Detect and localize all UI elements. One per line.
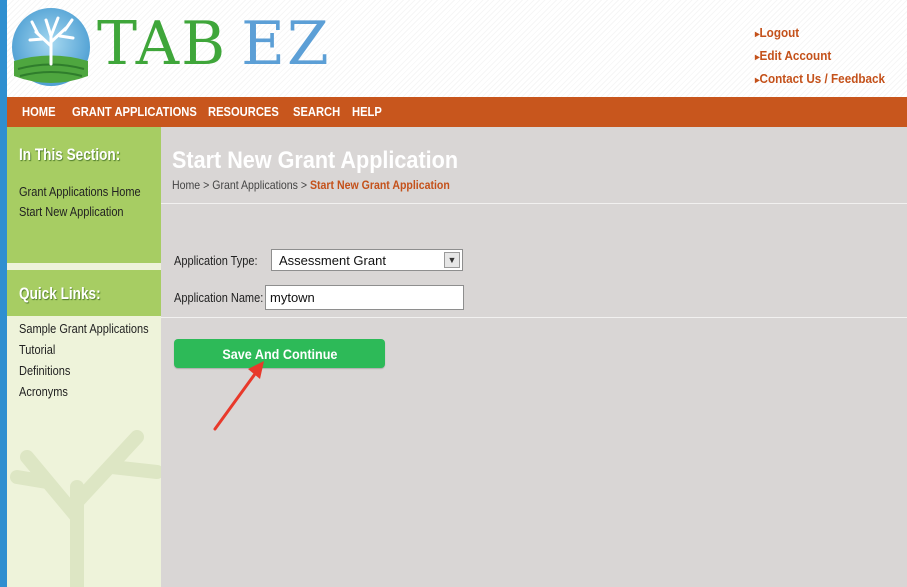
logo-text-ez: EZ: [241, 9, 331, 79]
breadcrumb-separator: >: [300, 178, 308, 192]
chevron-down-icon[interactable]: ▼: [444, 252, 460, 268]
tree-icon: [10, 6, 92, 93]
quick-links-title: Quick Links:: [19, 284, 101, 303]
divider: [161, 203, 907, 204]
quick-link-sample-grant-applications[interactable]: Sample Grant Applications: [19, 322, 149, 336]
nav-home[interactable]: HOME: [22, 104, 56, 119]
divider: [161, 317, 907, 318]
nav-grant-applications[interactable]: GRANT APPLICATIONS: [72, 104, 197, 119]
quick-links-block: Quick Links: Sample Grant Applications T…: [7, 270, 161, 570]
section-title: In This Section:: [19, 145, 121, 164]
header: TABEZ Logout Edit Account Contact Us / F…: [7, 0, 907, 97]
application-type-label: Application Type:: [174, 254, 258, 268]
breadcrumb-current: Start New Grant Application: [309, 178, 450, 192]
edit-account-link[interactable]: Edit Account: [755, 45, 885, 68]
breadcrumb-separator: >: [203, 178, 210, 192]
logo-text-tab: TAB: [97, 9, 228, 79]
red-arrow-annotation: [213, 361, 264, 431]
logout-link[interactable]: Logout: [755, 22, 885, 45]
sidebar: In This Section: Grant Applications Home…: [7, 127, 161, 587]
main-nav: HOME GRANT APPLICATIONS RESOURCES SEARCH…: [7, 97, 907, 127]
nav-resources[interactable]: RESOURCES: [208, 104, 279, 119]
quick-link-tutorial[interactable]: Tutorial: [19, 343, 55, 357]
breadcrumb-grant-applications[interactable]: Grant Applications: [212, 178, 298, 192]
sidebar-item-grant-applications-home[interactable]: Grant Applications Home: [19, 185, 141, 199]
app-frame: TABEZ Logout Edit Account Contact Us / F…: [0, 0, 907, 587]
account-links: Logout Edit Account Contact Us / Feedbac…: [755, 22, 899, 91]
application-name-input[interactable]: [265, 285, 464, 310]
sidebar-item-start-new-application[interactable]: Start New Application: [19, 205, 124, 219]
breadcrumb-home[interactable]: Home: [172, 178, 200, 192]
quick-link-definitions[interactable]: Definitions: [19, 364, 70, 378]
logo-wordmark: TAB EZ: [97, 14, 331, 74]
nav-help[interactable]: HELP: [352, 104, 382, 119]
application-type-select[interactable]: Assessment Grant ▼: [271, 249, 463, 271]
application-name-label: Application Name:: [174, 291, 264, 305]
application-type-value: Assessment Grant: [279, 253, 386, 268]
window-edge: [0, 0, 7, 587]
quick-link-acronyms[interactable]: Acronyms: [19, 385, 68, 399]
nav-search[interactable]: SEARCH: [293, 104, 340, 119]
page-title: Start New Grant Application: [172, 147, 459, 174]
section-nav-block: In This Section: Grant Applications Home…: [7, 127, 161, 263]
breadcrumb: Home > Grant Applications > Start New Gr…: [172, 178, 450, 192]
contact-feedback-link[interactable]: Contact Us / Feedback: [755, 68, 884, 91]
